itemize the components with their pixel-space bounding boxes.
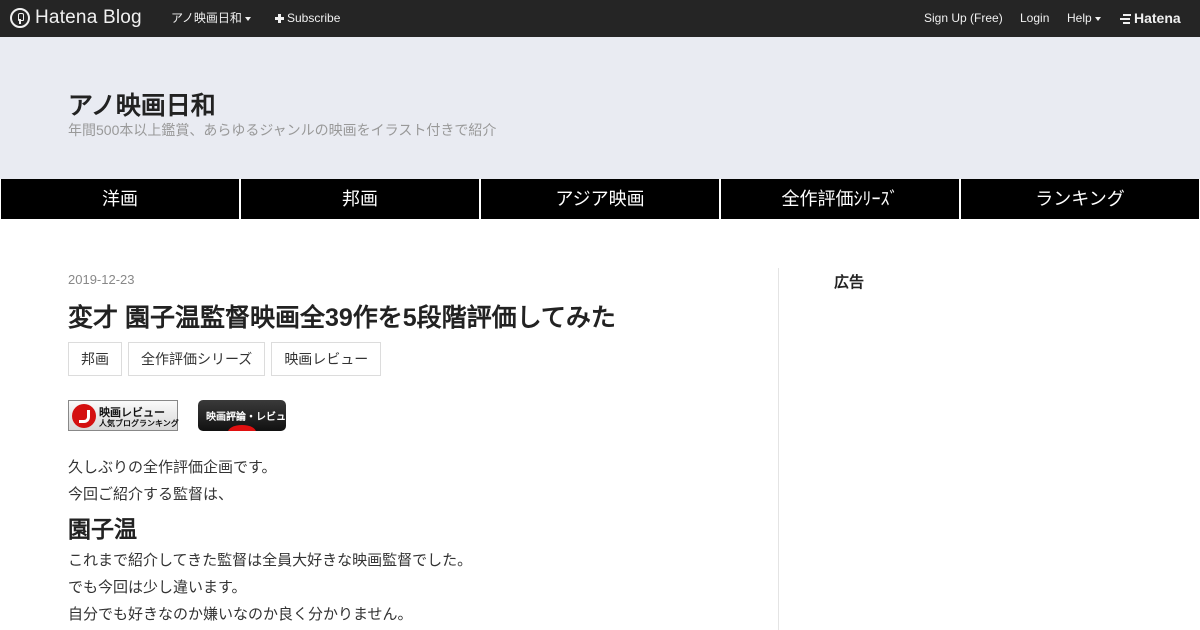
category-tag[interactable]: 映画レビュー (271, 342, 382, 376)
paragraph: 久しぶりの全作評価企画です。 (68, 459, 277, 476)
help-dropdown[interactable]: Help (1067, 0, 1101, 37)
nav-item-japanese-films[interactable]: 邦画 (240, 179, 480, 219)
entry-title[interactable]: 変才 園子温監督映画全39作を5段階評価してみた (68, 298, 616, 334)
category-tag[interactable]: 全作評価シリーズ (128, 342, 266, 376)
login-link[interactable]: Login (1020, 0, 1049, 37)
hatena-blog-icon (10, 8, 30, 28)
nav-item-ranking[interactable]: ランキング (960, 179, 1200, 219)
sidebar-ad-title: 広告 (834, 274, 865, 291)
director-heading: 園子温 (68, 516, 137, 542)
film-review-banner[interactable]: 映画評論・レビュー (198, 400, 286, 431)
global-header: Hatena Blog アノ映画日和 Subscribe Sign Up (Fr… (0, 0, 1200, 37)
hatena-home-link[interactable]: Hatena (1119, 0, 1181, 37)
blog-title[interactable]: アノ映画日和 (68, 86, 216, 122)
nav-item-asian-films[interactable]: アジア映画 (480, 179, 720, 219)
paragraph: これまで紹介してきた監督は全員大好きな映画監督でした。 (68, 552, 473, 569)
hatena-blog-logo[interactable]: Hatena Blog (10, 7, 142, 29)
column-divider (778, 268, 779, 630)
hatena-label: Hatena (1134, 10, 1181, 26)
banner-line2: 人気ブログランキング (99, 419, 179, 428)
help-label: Help (1067, 11, 1092, 25)
entry-categories: 邦画 全作評価シリーズ 映画レビュー (68, 342, 387, 376)
banner-label: 映画評論・レビュー (206, 412, 286, 423)
entry-date[interactable]: 2019-12-23 (68, 272, 135, 287)
chevron-down-icon (244, 16, 251, 21)
blog-menu-dropdown[interactable]: アノ映画日和 (171, 0, 251, 37)
hatena-mark-icon (1119, 13, 1131, 24)
nav-item-full-review-series[interactable]: 全作評価ｼﾘｰｽﾞ (720, 179, 960, 219)
brand-label: Hatena Blog (35, 7, 142, 28)
nav-item-western-films[interactable]: 洋画 (0, 179, 240, 219)
subscribe-label: Subscribe (287, 11, 341, 25)
plus-icon (275, 14, 284, 23)
category-tag[interactable]: 邦画 (68, 342, 122, 376)
category-nav: 洋画 邦画 アジア映画 全作評価ｼﾘｰｽﾞ ランキング (0, 179, 1200, 219)
paragraph: 今回ご紹介する監督は、 (68, 486, 234, 503)
signup-link[interactable]: Sign Up (Free) (924, 0, 1003, 37)
blog-header: アノ映画日和 年間500本以上鑑賞、あらゆるジャンルの映画をイラスト付きで紹介 (0, 37, 1200, 179)
subscribe-button[interactable]: Subscribe (275, 0, 340, 37)
blog-ranking-banner[interactable]: 映画レビュー 人気ブログランキング (68, 400, 179, 431)
blog-description: 年間500本以上鑑賞、あらゆるジャンルの映画をイラスト付きで紹介 (68, 122, 497, 138)
paragraph: でも今回は少し違います。 (68, 579, 247, 596)
ranking-logo-icon (72, 404, 96, 428)
paragraph: 自分でも好きなのか嫌いなのか良く分かりません。 (68, 606, 413, 623)
red-badge-icon (228, 425, 256, 431)
chevron-down-icon (1094, 16, 1101, 21)
blog-menu-label: アノ映画日和 (171, 11, 242, 25)
